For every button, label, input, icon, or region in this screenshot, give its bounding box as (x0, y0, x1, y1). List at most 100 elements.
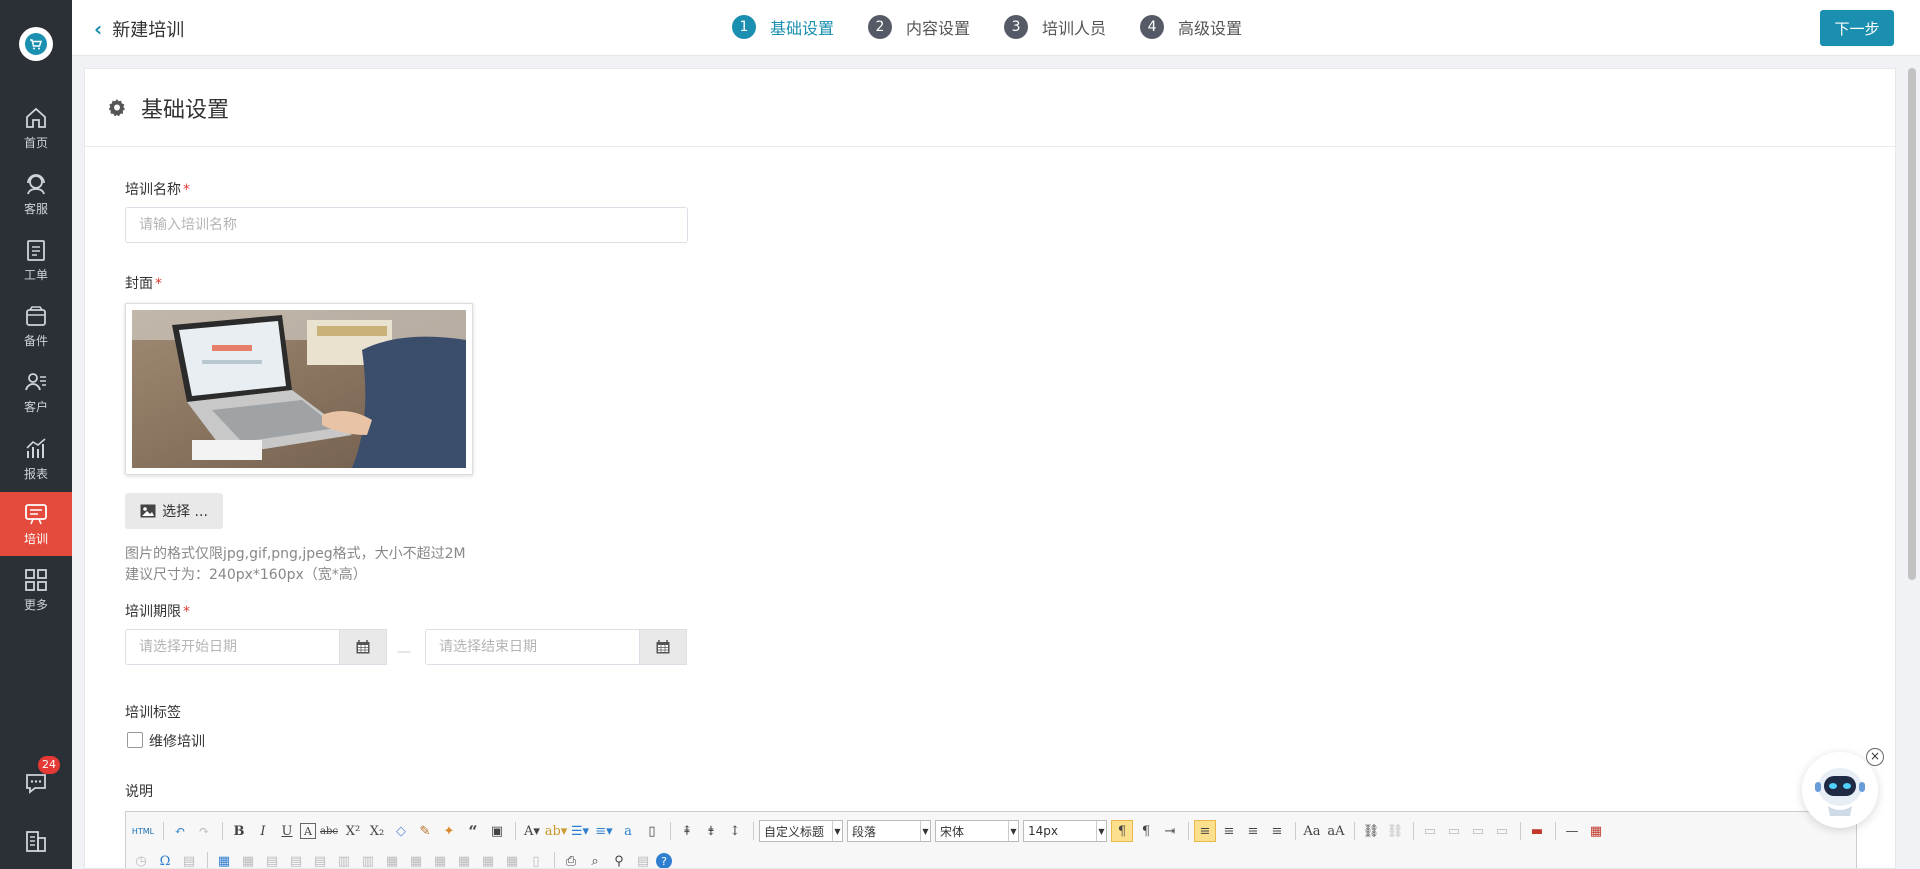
highlight-color-icon[interactable]: ab▾ (545, 820, 568, 842)
image-right-icon[interactable]: ▭ (1467, 820, 1489, 842)
underline-icon[interactable]: U (276, 820, 298, 842)
paragraph-select[interactable]: 段落 ▼ (847, 820, 931, 842)
clear-doc-icon[interactable]: ▯ (641, 820, 663, 842)
training-name-input[interactable] (125, 207, 688, 243)
next-step-button[interactable]: 下一步 (1820, 10, 1894, 46)
uppercase-icon[interactable]: Aa (1301, 820, 1323, 842)
assistant-robot-button[interactable] (1802, 752, 1878, 828)
align-right-icon[interactable]: ≡ (1242, 820, 1264, 842)
step-content[interactable]: 2 内容设置 (868, 15, 970, 39)
page-scrollbar[interactable] (1908, 68, 1916, 580)
select-cover-button[interactable]: 选择 ... (125, 493, 223, 529)
back-button[interactable]: ‹ 新建培训 (94, 16, 184, 42)
auto-format-icon[interactable]: ✦ (438, 820, 460, 842)
row-spacing-top-icon[interactable]: ⇞ (676, 820, 698, 842)
tag-checkbox-label[interactable]: 维修培训 (149, 731, 205, 751)
custom-title-select[interactable]: 自定义标题 ▼ (759, 820, 843, 842)
html-source-button[interactable]: HTML (130, 820, 156, 842)
sidebar-item-company[interactable] (0, 810, 72, 869)
bold-icon[interactable]: B (228, 820, 250, 842)
training-name-label: 培训名称 * (125, 179, 190, 199)
font-family-select[interactable]: 宋体 ▼ (935, 820, 1019, 842)
sidebar-item-label: 首页 (23, 136, 48, 150)
split-cells-icon[interactable]: ▦ (453, 850, 475, 869)
superscript-icon[interactable]: X² (342, 820, 364, 842)
step-label: 内容设置 (906, 19, 971, 38)
horizontal-rule-icon[interactable]: — (1561, 820, 1583, 842)
print-icon[interactable]: ⎙ (560, 850, 582, 869)
delete-row-icon[interactable]: ▤ (309, 850, 331, 869)
sidebar-item-home[interactable]: 首页 (0, 96, 72, 160)
align-left-icon[interactable]: ≡ (1194, 820, 1216, 842)
end-date-input[interactable] (425, 629, 640, 665)
rtl-direction-icon[interactable]: ¶ (1135, 820, 1157, 842)
blockquote-icon[interactable]: “ (462, 820, 484, 842)
start-date-input[interactable] (125, 629, 340, 665)
align-justify-icon[interactable]: ≡ (1266, 820, 1288, 842)
insert-table-icon[interactable]: ▦ (213, 850, 235, 869)
table-props-icon[interactable]: ▯ (525, 850, 547, 869)
font-border-icon[interactable]: A (300, 823, 316, 839)
close-icon[interactable]: × (1866, 748, 1884, 766)
image-left-icon[interactable]: ▭ (1443, 820, 1465, 842)
insert-time-icon[interactable]: ◷ (130, 850, 152, 869)
unordered-list-icon[interactable]: ≡▾ (593, 820, 615, 842)
insert-para-before-table-icon[interactable]: ▤ (261, 850, 283, 869)
image-none-icon[interactable]: ▭ (1419, 820, 1441, 842)
italic-icon[interactable]: I (252, 820, 274, 842)
chart-icon (26, 438, 46, 458)
format-brush-icon[interactable]: ✎ (414, 820, 436, 842)
help-icon[interactable]: ? (656, 853, 672, 868)
split-cols-icon[interactable]: ▦ (501, 850, 523, 869)
select-all-icon[interactable]: a (617, 820, 639, 842)
align-center-icon[interactable]: ≡ (1218, 820, 1240, 842)
delete-table-icon[interactable]: ▦ (237, 850, 259, 869)
subscript-icon[interactable]: X₂ (366, 820, 388, 842)
insert-image-icon[interactable]: ▬ (1526, 820, 1548, 842)
paste-plain-icon[interactable]: ▣ (486, 820, 508, 842)
sidebar-item-more[interactable]: 更多 (0, 558, 72, 622)
eraser-icon[interactable]: ◇ (390, 820, 412, 842)
row-spacing-bottom-icon[interactable]: ⇟ (700, 820, 722, 842)
sidebar-item-service[interactable]: 客服 (0, 162, 72, 226)
step-advanced[interactable]: 4 高级设置 (1140, 15, 1242, 39)
sidebar-item-workorder[interactable]: 工单 (0, 228, 72, 292)
merge-down-icon[interactable]: ▦ (429, 850, 451, 869)
undo-icon[interactable]: ↶ (169, 820, 191, 842)
insert-col-icon[interactable]: ▥ (333, 850, 355, 869)
strikethrough-icon[interactable]: abc (318, 820, 340, 842)
template-icon[interactable]: ▤ (178, 850, 200, 869)
link-icon[interactable]: ⛓ (1360, 820, 1382, 842)
sidebar-item-training[interactable]: 培训 (0, 492, 72, 556)
end-date-picker-button[interactable] (639, 629, 687, 665)
tag-checkbox-repair[interactable] (127, 732, 143, 748)
app-logo[interactable] (19, 27, 53, 61)
redo-icon[interactable]: ↷ (193, 820, 215, 842)
insert-row-icon[interactable]: ▤ (285, 850, 307, 869)
split-rows-icon[interactable]: ▦ (477, 850, 499, 869)
image-center-icon[interactable]: ▭ (1491, 820, 1513, 842)
special-char-icon[interactable]: Ω (154, 850, 176, 869)
line-height-icon[interactable]: ↕ (724, 820, 746, 842)
sidebar-item-report[interactable]: 报表 (0, 427, 72, 491)
font-color-icon[interactable]: A▾ (521, 820, 543, 842)
merge-cells-icon[interactable]: ▦ (381, 850, 403, 869)
start-date-picker-button[interactable] (339, 629, 387, 665)
merge-right-icon[interactable]: ▦ (405, 850, 427, 869)
font-size-select[interactable]: 14px ▼ (1023, 820, 1107, 842)
search-replace-icon[interactable]: ⚲ (608, 850, 630, 869)
insert-date-icon[interactable]: ▦ (1585, 820, 1607, 842)
ltr-direction-icon[interactable]: ¶ (1111, 820, 1133, 842)
preview-icon[interactable]: ⌕ (584, 850, 606, 869)
delete-col-icon[interactable]: ▥ (357, 850, 379, 869)
draft-icon[interactable]: ▤ (632, 850, 654, 869)
unlink-icon[interactable]: ⛓ (1384, 820, 1406, 842)
sidebar-item-messages[interactable]: 24 (0, 752, 72, 816)
step-trainees[interactable]: 3 培训人员 (1004, 15, 1106, 39)
indent-icon[interactable]: ⇥ (1159, 820, 1181, 842)
sidebar-item-customer[interactable]: 客户 (0, 360, 72, 424)
ordered-list-icon[interactable]: ☰▾ (569, 820, 591, 842)
lowercase-icon[interactable]: aA (1325, 820, 1347, 842)
sidebar-item-parts[interactable]: 备件 (0, 294, 72, 358)
step-basic[interactable]: 1 基础设置 (732, 15, 834, 39)
